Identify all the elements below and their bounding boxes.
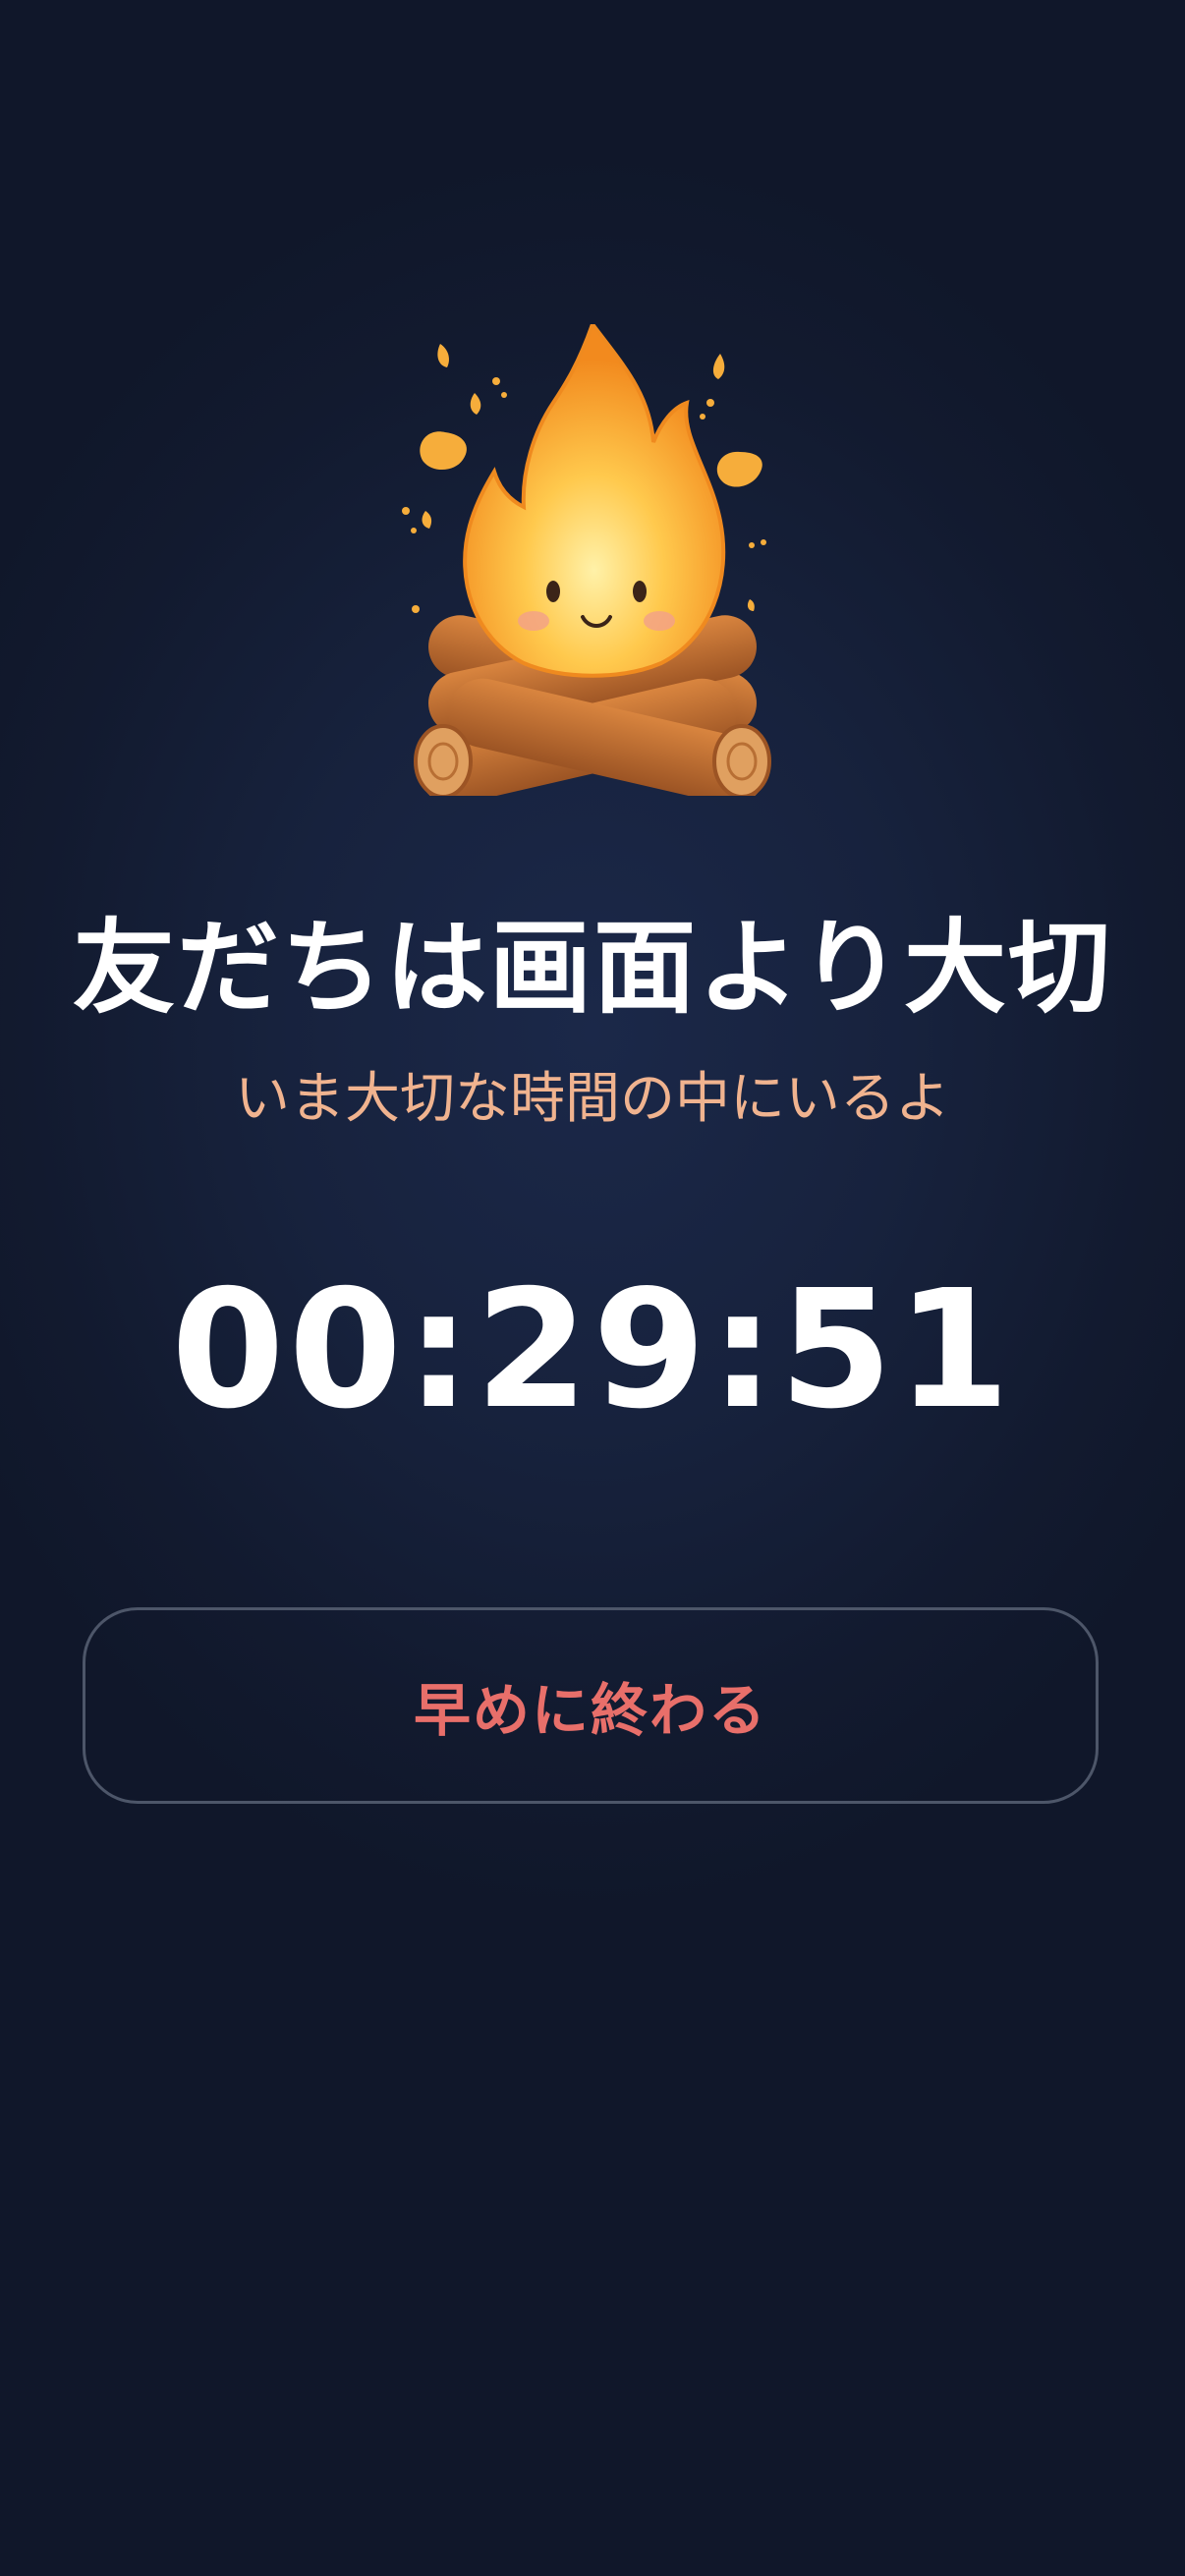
campfire-mascot-icon xyxy=(386,324,799,796)
screen-subtitle: いま大切な時間の中にいるよ xyxy=(235,1067,950,1131)
countdown-timer: 00:29:51 xyxy=(171,1256,1014,1445)
focus-timer-screen: 友だちは画面より大切 いま大切な時間の中にいるよ 00:29:51 早めに終わる xyxy=(0,0,1185,2576)
screen-title: 友だちは画面より大切 xyxy=(73,908,1112,1028)
end-early-button[interactable]: 早めに終わる xyxy=(83,1607,1099,1804)
end-early-button-label: 早めに終わる xyxy=(413,1677,767,1744)
